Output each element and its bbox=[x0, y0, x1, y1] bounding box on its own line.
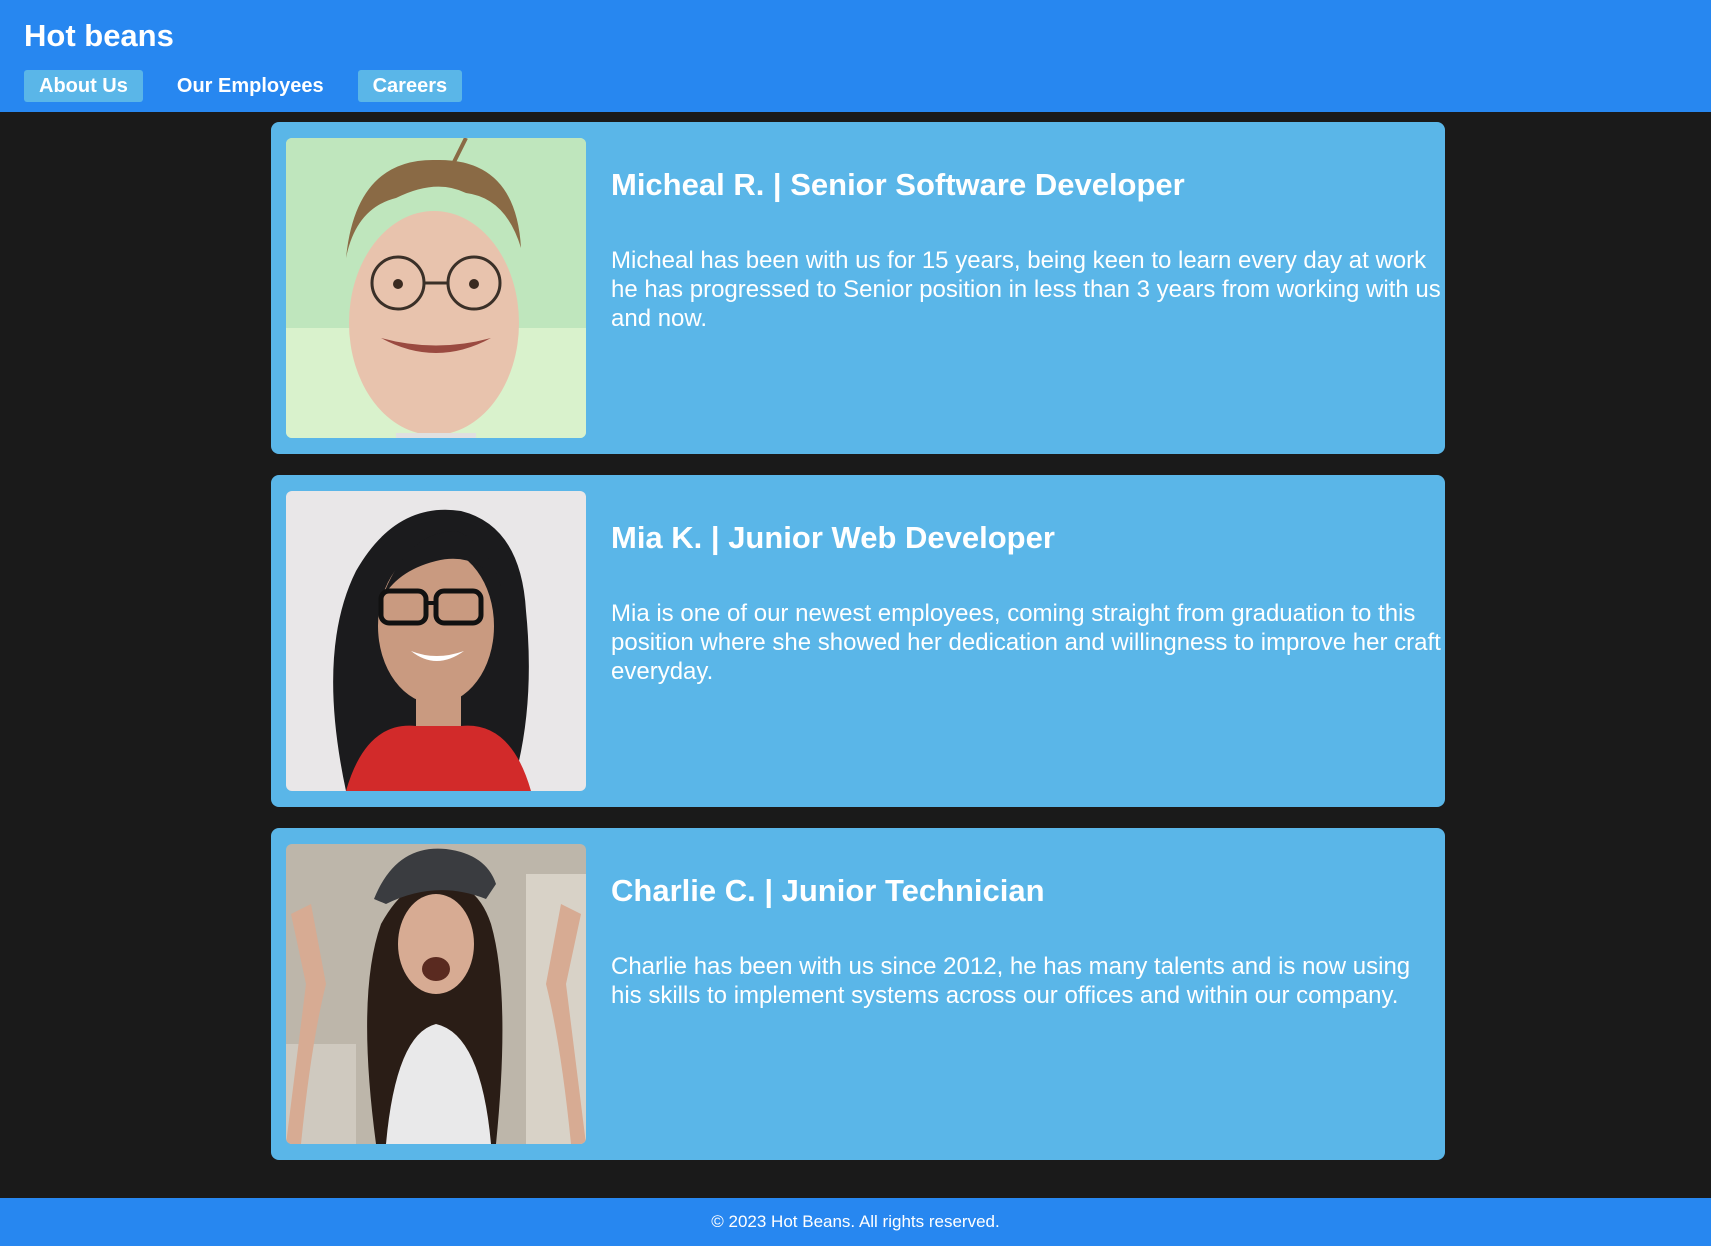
site-header: Hot beans About Us Our Employees Careers bbox=[0, 0, 1711, 112]
employee-bio: Charlie has been with us since 2012, he … bbox=[611, 953, 1411, 1009]
copyright-text: © 2023 Hot Beans. All rights reserved. bbox=[711, 1212, 1000, 1231]
employee-bio: Micheal has been with us for 15 years, b… bbox=[611, 247, 1441, 332]
main-nav: About Us Our Employees Careers bbox=[24, 70, 481, 102]
nav-about-us[interactable]: About Us bbox=[24, 70, 143, 102]
employee-card: Charlie C. | Junior Technician Charlie h… bbox=[271, 828, 1445, 1160]
employee-name-title: Charlie C. | Junior Technician bbox=[611, 873, 1045, 908]
employee-name-title: Mia K. | Junior Web Developer bbox=[611, 520, 1055, 555]
employee-card: Micheal R. | Senior Software Developer M… bbox=[271, 122, 1445, 454]
employee-photo bbox=[286, 138, 586, 438]
employee-list: Micheal R. | Senior Software Developer M… bbox=[271, 122, 1445, 1181]
site-title: Hot beans bbox=[24, 18, 174, 53]
employee-bio: Mia is one of our newest employees, comi… bbox=[611, 600, 1441, 685]
employee-card: Mia K. | Junior Web Developer Mia is one… bbox=[271, 475, 1445, 807]
employee-name-title: Micheal R. | Senior Software Developer bbox=[611, 167, 1185, 202]
nav-our-employees[interactable]: Our Employees bbox=[162, 70, 339, 102]
site-footer: © 2023 Hot Beans. All rights reserved. bbox=[0, 1198, 1711, 1246]
nav-careers[interactable]: Careers bbox=[357, 70, 463, 102]
employee-photo bbox=[286, 491, 586, 791]
employee-photo bbox=[286, 844, 586, 1144]
